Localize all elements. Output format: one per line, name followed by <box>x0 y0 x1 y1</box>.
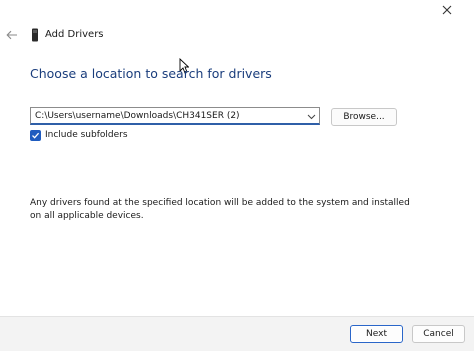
close-icon <box>442 5 452 15</box>
checkmark-icon <box>32 132 40 139</box>
browse-button[interactable]: Browse... <box>331 108 397 126</box>
driver-path-combobox[interactable]: C:\Users\username\Downloads\CH341SER (2) <box>30 107 320 125</box>
window-title: Add Drivers <box>45 29 104 40</box>
include-subfolders-checkbox[interactable] <box>30 130 41 141</box>
back-button[interactable] <box>4 28 20 42</box>
close-button[interactable] <box>420 0 474 20</box>
page-heading: Choose a location to search for drivers <box>30 66 272 81</box>
device-icon <box>32 28 38 42</box>
cancel-button[interactable]: Cancel <box>412 325 465 343</box>
driver-path-value: C:\Users\username\Downloads\CH341SER (2) <box>35 111 240 121</box>
back-arrow-icon <box>6 30 17 40</box>
dialog-footer: Next Cancel <box>0 316 474 351</box>
next-button[interactable]: Next <box>350 325 403 343</box>
info-text: Any drivers found at the specified locat… <box>30 198 410 221</box>
title-bar: Add Drivers <box>0 0 474 60</box>
chevron-down-icon[interactable] <box>307 112 316 121</box>
include-subfolders-label[interactable]: Include subfolders <box>45 129 128 142</box>
